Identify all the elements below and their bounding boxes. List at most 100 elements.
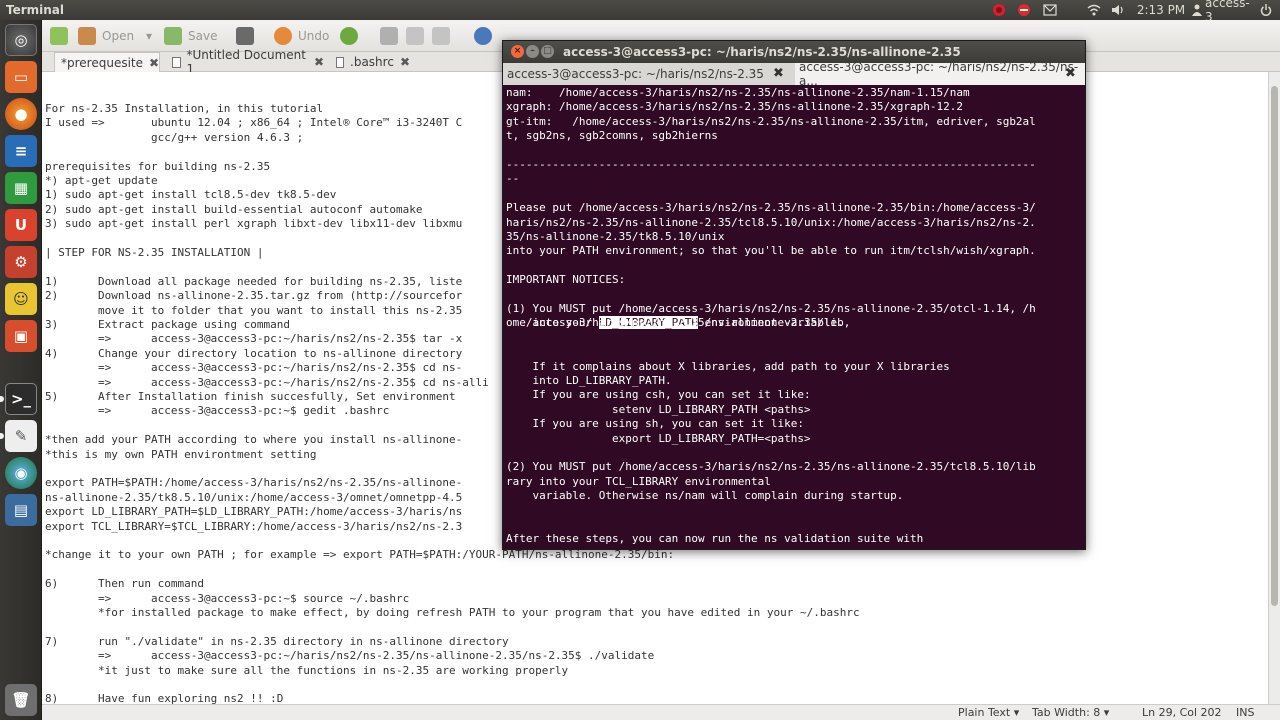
record-icon[interactable] xyxy=(990,2,1008,18)
editor-line: 3) Extract package using command xyxy=(45,318,291,331)
stop-icon[interactable] xyxy=(1015,2,1033,18)
terminal-line: rary into your TCL_LIBRARY environmental xyxy=(506,474,771,488)
app-title: Terminal xyxy=(6,3,65,17)
firefox-icon[interactable]: ● xyxy=(5,98,37,130)
running-indicator xyxy=(0,433,4,439)
terminal-line: If you are using csh, you can set it lik… xyxy=(506,388,811,402)
minimize-window-icon[interactable]: – xyxy=(526,45,539,58)
gnome-game-icon[interactable]: ☺ xyxy=(5,283,37,315)
undo-icon xyxy=(274,27,292,45)
editor-line: For ns-2.35 Installation, in this tutori… xyxy=(45,102,324,115)
redo-button[interactable] xyxy=(340,26,364,46)
editor-line: 7) run "./validate" in ns-2.35 directory… xyxy=(45,634,509,648)
editor-line: *it just to make sure all the functions … xyxy=(45,663,569,677)
files-icon[interactable]: ▭ xyxy=(5,61,37,93)
mail-icon[interactable] xyxy=(1040,2,1060,18)
terminal-line: 35/ns-allinone-2.35/tk8.5.10/unix xyxy=(506,230,725,243)
cut-button[interactable] xyxy=(380,26,404,46)
close-icon[interactable]: ✖ xyxy=(1065,66,1076,81)
browser-icon[interactable]: ◉ xyxy=(5,457,37,489)
close-icon[interactable]: ✖ xyxy=(314,55,324,69)
close-icon[interactable]: ✖ xyxy=(773,66,784,81)
speaker-icon[interactable] xyxy=(1108,2,1128,18)
user-icon xyxy=(1190,2,1204,18)
settings-icon[interactable]: ⚙ xyxy=(5,246,37,278)
editor-line: *for installed package to make effect, b… xyxy=(45,606,860,619)
terminal-line: xgraph: /home/access-3/haris/ns2/ns-2.35… xyxy=(506,100,963,114)
editor-line: => access-3@access3-pc:~/haris/ns2/ns-2.… xyxy=(45,375,489,389)
editor-scrollbar[interactable] xyxy=(1268,72,1280,704)
terminal-line: ome/access-3/haris/ns2/ns-2.35/ns-allino… xyxy=(506,316,851,330)
redo-icon xyxy=(340,27,358,45)
close-window-icon[interactable]: × xyxy=(511,45,524,58)
terminal-line: gt-itm: /home/access-3/haris/ns2/ns-2.35… xyxy=(506,114,1036,128)
terminal-line: haris/ns2/ns-2.35/ns-allinone-2.35/tcl8.… xyxy=(506,215,1036,229)
new-file-icon xyxy=(50,27,68,45)
editor-line: prerequisites for building ns-2.35 xyxy=(45,159,271,173)
language-selector[interactable]: Plain Text ▾ xyxy=(958,706,1019,719)
editor-line: => access-3@access3-pc:~/haris/ns2/ns-2.… xyxy=(45,649,655,663)
editor-line: => access-3@access3-pc:~/haris/ns2/ns-2.… xyxy=(45,361,463,375)
terminal-line: into LD_LIBRARY_PATH. xyxy=(506,374,672,387)
editor-line: => access-3@access3-pc:~/haris/ns2/ns-2.… xyxy=(45,332,463,346)
copy-icon xyxy=(406,27,424,45)
terminal-tab-1[interactable]: access-3@access3-pc: ~/haris/ns2/ns-2.35… xyxy=(503,63,793,85)
tab-untitled-document[interactable]: *Untitled Document 1 ✖ xyxy=(166,48,324,76)
user-name[interactable]: access-3 xyxy=(1205,0,1253,24)
open-dropdown[interactable]: ▾ xyxy=(146,26,152,46)
close-icon[interactable]: ✖ xyxy=(400,55,410,69)
document-icon xyxy=(172,56,181,68)
tab-width-selector[interactable]: Tab Width: 8 ▾ xyxy=(1032,706,1109,719)
editor-line: *this is my own PATH environtment settin… xyxy=(45,447,317,461)
undo-button[interactable]: Undo xyxy=(274,26,329,46)
terminal-icon[interactable]: >_ xyxy=(5,383,37,415)
terminal-window[interactable]: × – □ access-3@access3-pc: ~/haris/ns2/n… xyxy=(502,40,1086,550)
terminal-line: into your PATH environment; so that you'… xyxy=(506,244,1036,258)
top-panel: Terminal 2:13 PM access-3 xyxy=(0,0,1280,24)
maximize-window-icon[interactable]: □ xyxy=(541,45,554,58)
ubuntu-software-icon[interactable]: U xyxy=(5,209,37,241)
dash-icon[interactable]: ◎ xyxy=(5,24,37,56)
terminal-line: If it complains about X libraries, add p… xyxy=(506,359,950,373)
clock[interactable]: 2:13 PM xyxy=(1136,2,1186,18)
terminal-line: (1) You MUST put /home/access-3/haris/ns… xyxy=(506,302,1036,315)
terminal-output[interactable]: into your LD_LIBRARY_PATH environment va… xyxy=(503,85,1083,549)
terminal-title: access-3@access3-pc: ~/haris/ns2/ns-2.35… xyxy=(563,45,961,59)
editor-line: *then add your PATH according to where y… xyxy=(45,433,463,447)
close-icon[interactable]: ✖ xyxy=(149,56,159,70)
editor-line: gcc/g++ version 4.6.3 ; xyxy=(45,130,304,144)
status-bar: Plain Text ▾ Tab Width: 8 ▾ Ln 29, Col 2… xyxy=(42,704,1280,720)
terminal-line: IMPORTANT NOTICES: xyxy=(506,273,626,287)
terminal-tab-2[interactable]: access-3@access3-pc: ~/haris/ns2/ns-2.35… xyxy=(795,60,1085,88)
search-button[interactable] xyxy=(474,26,498,46)
writer-icon[interactable]: ≡ xyxy=(5,135,37,167)
backup-icon[interactable]: ▣ xyxy=(5,320,37,352)
editor-line: 5) After Installation finish succesfully… xyxy=(45,390,456,403)
tab-prerequesite[interactable]: *prerequesite ✖ xyxy=(54,52,160,72)
power-icon[interactable] xyxy=(1258,2,1274,18)
editor-line: ns-allinone-2.35/tk8.5.10/unix:/home/acc… xyxy=(45,490,463,504)
workspace-icon[interactable]: ▤ xyxy=(5,494,37,526)
editor-line: I used => ubuntu 12.04 ; x86_64 ; Intel®… xyxy=(45,116,463,130)
terminal-line: -- xyxy=(506,172,520,186)
trash-icon[interactable]: 🗑 xyxy=(5,684,37,716)
print-button[interactable] xyxy=(236,26,260,46)
editor-line: 1) Download all package needed for build… xyxy=(45,274,463,288)
editor-line: 2) sudo apt-get install build-essential … xyxy=(45,202,423,216)
editor-line: *) apt-get update xyxy=(45,174,158,187)
editor-line: 4) Change your directory location to ns-… xyxy=(45,346,463,360)
gedit-icon[interactable]: ✎ xyxy=(5,420,37,452)
paste-button[interactable] xyxy=(432,26,456,46)
save-button[interactable]: Save xyxy=(164,26,217,46)
terminal-line: ----------------------------------------… xyxy=(506,158,1036,171)
terminal-line: Please put /home/access-3/haris/ns2/ns-2… xyxy=(506,201,1036,215)
print-icon xyxy=(236,27,254,45)
terminal-line: If you are using sh, you can set it like… xyxy=(506,417,805,431)
copy-button[interactable] xyxy=(406,26,430,46)
tab-bashrc[interactable]: .bashrc ✖ xyxy=(330,52,410,72)
scrollbar-thumb[interactable] xyxy=(1271,86,1278,606)
new-button[interactable] xyxy=(50,26,74,46)
open-button[interactable]: Open xyxy=(78,26,134,46)
calc-icon[interactable]: ▦ xyxy=(5,172,37,204)
wifi-icon[interactable] xyxy=(1084,2,1104,18)
